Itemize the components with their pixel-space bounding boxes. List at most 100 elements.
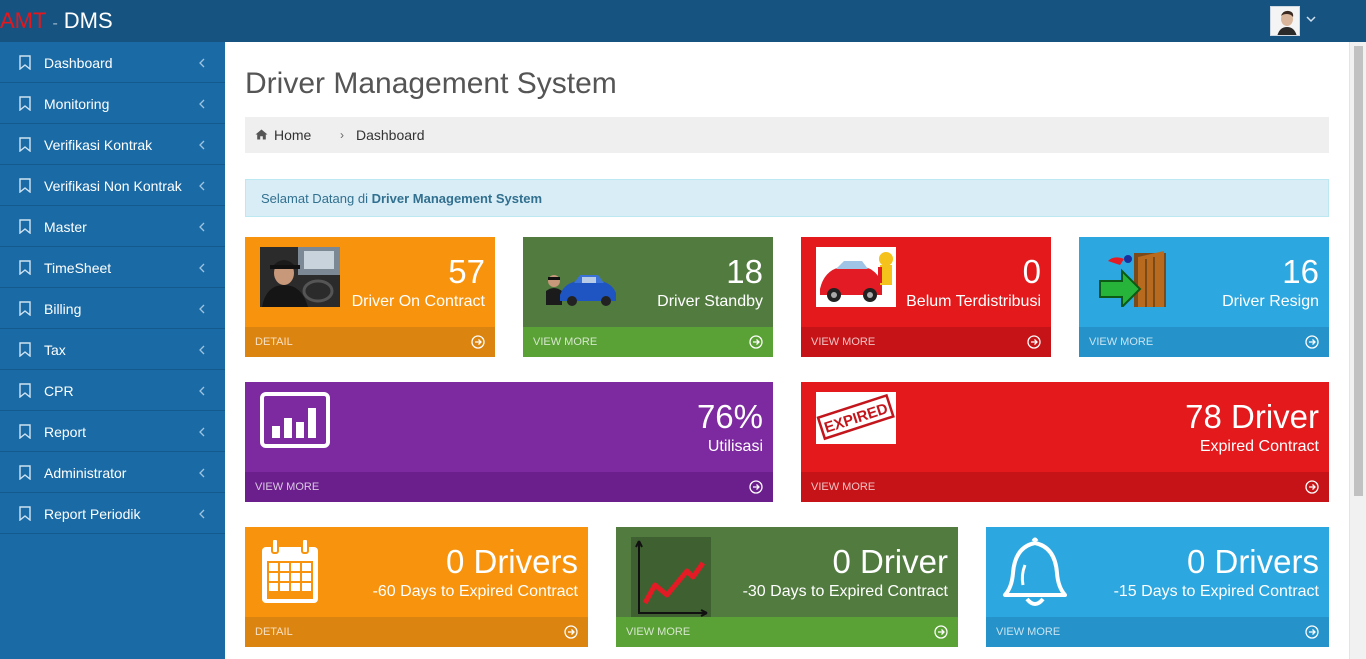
view-more-link[interactable]: VIEW MORE xyxy=(255,481,319,493)
arrow-circle-right-icon[interactable] xyxy=(1305,480,1319,494)
page-scrollbar[interactable] xyxy=(1349,42,1366,659)
chevron-left-icon xyxy=(199,181,205,191)
chevron-down-icon[interactable] xyxy=(1306,12,1316,26)
bookmark-icon xyxy=(19,137,31,152)
tile-value: 0 Drivers xyxy=(445,543,578,580)
chevron-left-icon xyxy=(199,345,205,355)
chevron-left-icon xyxy=(199,58,205,68)
tile-15-days-expired[interactable]: 0 Drivers -15 Days to Expired Contract V… xyxy=(986,527,1329,647)
tile-value: 16 xyxy=(1282,253,1319,290)
tile-value: 0 Driver xyxy=(832,543,948,580)
driver-photo-image xyxy=(260,247,340,307)
view-more-link[interactable]: VIEW MORE xyxy=(996,626,1060,638)
chevron-left-icon xyxy=(199,99,205,109)
arrow-circle-right-icon[interactable] xyxy=(471,335,485,349)
brand-logo[interactable]: AMT - DMS xyxy=(0,8,113,37)
welcome-text: Selamat Datang di Driver Management Syst… xyxy=(261,191,542,206)
sidebar-item-dashboard[interactable]: Dashboard xyxy=(0,42,225,83)
tile-footer[interactable]: VIEW MORE xyxy=(523,327,773,357)
scrollbar-thumb[interactable] xyxy=(1354,46,1363,496)
bookmark-icon xyxy=(19,219,31,234)
bookmark-icon xyxy=(19,260,31,275)
sidebar-item-label: Dashboard xyxy=(44,55,113,71)
tile-footer[interactable]: VIEW MORE xyxy=(245,472,773,502)
tile-label: Driver Standby xyxy=(657,293,763,310)
sidebar-item-cpr[interactable]: CPR xyxy=(0,370,225,411)
view-more-link[interactable]: VIEW MORE xyxy=(1089,336,1153,348)
top-navbar: AMT - DMS xyxy=(0,0,1366,42)
view-more-link[interactable]: VIEW MORE xyxy=(811,336,875,348)
tile-30-days-expired[interactable]: 0 Driver -30 Days to Expired Contract VI… xyxy=(616,527,958,647)
tile-value: 76% xyxy=(696,398,763,435)
tile-driver-on-contract[interactable]: 57 Driver On Contract DETAIL xyxy=(245,237,495,357)
detail-link[interactable]: DETAIL xyxy=(255,626,293,638)
tile-footer[interactable]: VIEW MORE xyxy=(616,617,958,647)
breadcrumb-current: Dashboard xyxy=(356,127,425,143)
tile-label: -30 Days to Expired Contract xyxy=(742,583,948,600)
avatar[interactable] xyxy=(1270,6,1300,36)
tile-utilisasi[interactable]: 76% Utilisasi VIEW MORE xyxy=(245,382,773,502)
chevron-left-icon xyxy=(199,222,205,232)
view-more-link[interactable]: VIEW MORE xyxy=(626,626,690,638)
welcome-alert: Selamat Datang di Driver Management Syst… xyxy=(245,179,1329,217)
sidebar: Dashboard Monitoring Verifikasi Kontrak … xyxy=(0,42,225,659)
sidebar-item-verifikasi-non-kontrak[interactable]: Verifikasi Non Kontrak xyxy=(0,165,225,206)
breadcrumb-home-link[interactable]: Home xyxy=(274,127,311,143)
chevron-left-icon xyxy=(199,509,205,519)
arrow-circle-right-icon[interactable] xyxy=(564,625,578,639)
arrow-circle-right-icon[interactable] xyxy=(749,335,763,349)
chevron-left-icon xyxy=(199,427,205,437)
expired-stamp-image: EXPIRED xyxy=(816,392,896,444)
sidebar-item-report[interactable]: Report xyxy=(0,411,225,452)
tile-footer[interactable]: VIEW MORE xyxy=(986,617,1329,647)
sidebar-item-timesheet[interactable]: TimeSheet xyxy=(0,247,225,288)
sidebar-item-monitoring[interactable]: Monitoring xyxy=(0,83,225,124)
exit-door-icon xyxy=(1094,247,1174,307)
arrow-circle-right-icon[interactable] xyxy=(934,625,948,639)
bookmark-icon xyxy=(19,342,31,357)
welcome-prefix: Selamat Datang di xyxy=(261,191,372,206)
sidebar-item-tax[interactable]: Tax xyxy=(0,329,225,370)
sidebar-item-administrator[interactable]: Administrator xyxy=(0,452,225,493)
tile-label: -60 Days to Expired Contract xyxy=(372,583,578,600)
tile-driver-standby[interactable]: 18 Driver Standby VIEW MORE xyxy=(523,237,773,357)
view-more-link[interactable]: VIEW MORE xyxy=(533,336,597,348)
tile-label: -15 Days to Expired Contract xyxy=(1113,583,1319,600)
arrow-circle-right-icon[interactable] xyxy=(1027,335,1041,349)
tile-footer[interactable]: VIEW MORE xyxy=(1079,327,1329,357)
tile-60-days-expired[interactable]: 0 Drivers -60 Days to Expired Contract D… xyxy=(245,527,588,647)
bookmark-icon xyxy=(19,55,31,70)
tile-label: Driver Resign xyxy=(1222,293,1319,310)
sidebar-item-label: Administrator xyxy=(44,465,127,481)
tile-value: 57 xyxy=(448,253,485,290)
sidebar-item-label: Master xyxy=(44,219,87,235)
sidebar-item-report-periodik[interactable]: Report Periodik xyxy=(0,493,225,534)
tile-value: 78 Driver xyxy=(1185,398,1319,435)
arrow-circle-right-icon[interactable] xyxy=(1305,625,1319,639)
tile-belum-terdistribusi[interactable]: 0 Belum Terdistribusi VIEW MORE xyxy=(801,237,1051,357)
tile-footer[interactable]: VIEW MORE xyxy=(801,472,1329,502)
arrow-circle-right-icon[interactable] xyxy=(1305,335,1319,349)
page-title: Driver Management System xyxy=(245,67,617,100)
home-icon xyxy=(255,129,268,140)
sidebar-item-label: Verifikasi Kontrak xyxy=(44,137,153,153)
bookmark-icon xyxy=(19,424,31,439)
tile-label: Utilisasi xyxy=(707,438,763,455)
sidebar-item-verifikasi-kontrak[interactable]: Verifikasi Kontrak xyxy=(0,124,225,165)
tile-expired-contract[interactable]: EXPIRED 78 Driver Expired Contract VIEW … xyxy=(801,382,1329,502)
view-more-link[interactable]: VIEW MORE xyxy=(811,481,875,493)
detail-link[interactable]: DETAIL xyxy=(255,336,293,348)
brand-prefix: AMT xyxy=(0,8,47,33)
bookmark-icon xyxy=(19,96,31,111)
arrow-circle-right-icon[interactable] xyxy=(749,480,763,494)
welcome-app-name: Driver Management System xyxy=(371,191,543,206)
tile-footer[interactable]: DETAIL xyxy=(245,617,588,647)
sidebar-item-label: Monitoring xyxy=(44,96,110,112)
chevron-left-icon xyxy=(199,263,205,273)
tile-driver-resign[interactable]: 16 Driver Resign VIEW MORE xyxy=(1079,237,1329,357)
tile-label: Belum Terdistribusi xyxy=(906,293,1041,310)
tile-footer[interactable]: DETAIL xyxy=(245,327,495,357)
sidebar-item-billing[interactable]: Billing xyxy=(0,288,225,329)
tile-footer[interactable]: VIEW MORE xyxy=(801,327,1051,357)
sidebar-item-master[interactable]: Master xyxy=(0,206,225,247)
